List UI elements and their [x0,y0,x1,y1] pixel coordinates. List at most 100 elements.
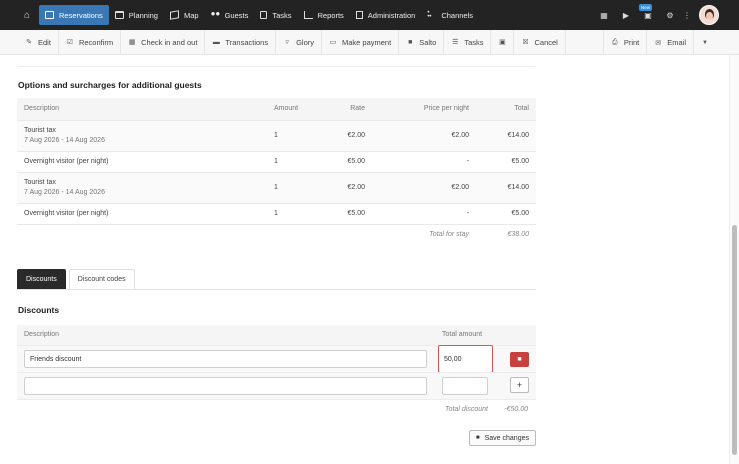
new-discount-amount-input[interactable] [442,377,488,395]
row-total: €5.00 [476,202,536,224]
building-icon[interactable]: ▦ [593,11,615,20]
tab-discount-codes[interactable]: Discount codes [68,269,135,289]
save-changes-button[interactable]: ■ Save changes [469,430,536,446]
nav-item-planning[interactable]: Planning [109,5,164,25]
nav-item-label: Planning [128,10,158,20]
youtube-icon[interactable]: ▶ [615,11,637,20]
table-row: Tourist tax 7 Aug 2026 - 14 Aug 2026 1 €… [17,171,536,203]
nav-item-label: Reports [317,10,344,20]
reservation-toolbar: ✎ Edit ☑ Reconfirm ▦ Check in and out ▬ … [0,29,739,55]
edit-button[interactable]: ✎ Edit [18,29,59,55]
nav-item-label: Guests [224,10,249,20]
nav-item-label: Channels [441,10,474,20]
nav-item-label: Administration [367,10,416,20]
avatar[interactable] [699,5,719,25]
reconfirm-button[interactable]: ☑ Reconfirm [59,29,122,55]
print-button[interactable]: ⎙ Print [602,30,646,55]
glory-button[interactable]: ▿ Glory [276,29,322,55]
plus-icon: + [516,380,523,390]
add-discount-button[interactable]: + [510,377,529,393]
column-header-total-amount: Total amount [442,331,483,338]
calendar-x-icon: ☒ [522,39,529,46]
options-section-title: Options and surcharges for additional gu… [18,80,202,90]
column-header-total: Total [476,98,536,120]
total-spacer [267,223,327,245]
table-header-row: Description Total amount [17,325,536,345]
edit-label: Edit [38,37,51,47]
cancel-button[interactable]: ☒ Cancel [514,29,566,55]
check-in-out-button[interactable]: ▦ Check in and out [121,29,206,55]
row-dates: 7 Aug 2026 - 14 Aug 2026 [24,189,105,196]
nav-item-reservations[interactable]: Reservations [39,5,109,25]
row-price-per-night: €2.00 [372,119,476,151]
salto-button[interactable]: ■ Salto [399,29,445,55]
new-discount-description-input[interactable] [24,377,427,395]
nav-item-tasks[interactable]: Tasks [254,5,297,25]
gift-icon[interactable]: New ▣ [637,3,659,20]
section-divider [18,55,535,67]
top-navigation: ⌂ Reservations Planning Map ●● Guests Ta… [0,0,739,30]
tasks-button[interactable]: ☰ Tasks [444,29,492,55]
discount-description-input[interactable]: Friends discount [24,350,427,368]
money-icon: ▬ [212,38,220,46]
nav-right-tools: ▦ ▶ New ▣ ⚙ ⋮ [593,0,739,30]
new-badge: New [639,3,653,11]
home-icon[interactable]: ⌂ [18,10,36,21]
caret-down-icon: ▼ [702,39,708,46]
printer-icon: ⎙ [612,38,618,46]
more-dropdown-button[interactable]: ▼ [693,30,716,55]
salto-label: Salto [419,37,437,47]
calendar-book-icon [45,11,54,19]
column-header-description: Description [17,98,267,120]
row-rate: €5.00 [327,202,372,224]
nav-item-channels[interactable]: • •• Channels [421,5,479,25]
total-discount-value: -€50.00 [504,406,528,413]
transactions-button[interactable]: ▬ Transactions [205,29,277,55]
row-price-per-night: - [372,202,476,224]
email-label: Email [667,38,686,47]
pencil-icon: ✎ [26,39,32,46]
row-total: €5.00 [476,150,536,172]
column-header-amount: Amount [267,98,327,120]
gear-icon[interactable]: ⚙ [659,11,681,20]
car-button[interactable]: ▣ [491,29,515,55]
tab-discounts[interactable]: Discounts [17,269,66,289]
total-discount-row: Total discount -€50.00 [17,399,536,418]
make-payment-label: Make payment [342,37,392,47]
row-description-text: Tourist tax [24,127,56,134]
more-vertical-icon[interactable]: ⋮ [681,11,693,20]
options-table: Description Amount Rate Price per night … [17,98,536,245]
email-button[interactable]: ✉ Email [646,30,693,55]
row-amount: 1 [267,119,327,151]
reconfirm-label: Reconfirm [78,37,114,47]
scrollbar-thumb[interactable] [732,225,737,455]
calendar-icon [114,11,124,19]
row-total: €14.00 [476,119,536,151]
delete-discount-button[interactable]: ■ [510,352,529,367]
check-in-out-label: Check in and out [141,37,198,47]
row-amount: 1 [267,202,327,224]
check-square-icon: ☑ [66,39,74,46]
line-chart-icon [303,11,313,19]
nav-item-label: Tasks [272,10,292,20]
nav-item-reports[interactable]: Reports [298,5,350,25]
discounts-table: Description Total amount Friends discoun… [17,325,536,418]
network-icon: • •• [427,10,432,20]
row-rate: €2.00 [327,171,372,203]
column-header-description: Description [24,331,60,338]
envelope-icon: ✉ [655,39,662,47]
tasks-label: Tasks [464,37,484,47]
tab-divider [17,289,536,290]
row-description: Overnight visitor (per night) [17,150,267,172]
nav-item-administration[interactable]: Administration [350,5,422,25]
row-description: Tourist tax 7 Aug 2026 - 14 Aug 2026 [17,119,267,151]
row-rate: €2.00 [327,119,372,151]
column-header-price-per-night: Price per night [372,98,476,120]
make-payment-button[interactable]: ▭ Make payment [322,29,400,55]
discount-amount-input[interactable]: 50,00 [438,345,493,373]
discount-row-new: + [17,372,536,399]
nav-item-guests[interactable]: ●● Guests [205,5,255,25]
nav-item-map[interactable]: Map [164,5,205,25]
car-icon: ▣ [499,39,506,46]
scrollbar[interactable] [729,55,739,464]
